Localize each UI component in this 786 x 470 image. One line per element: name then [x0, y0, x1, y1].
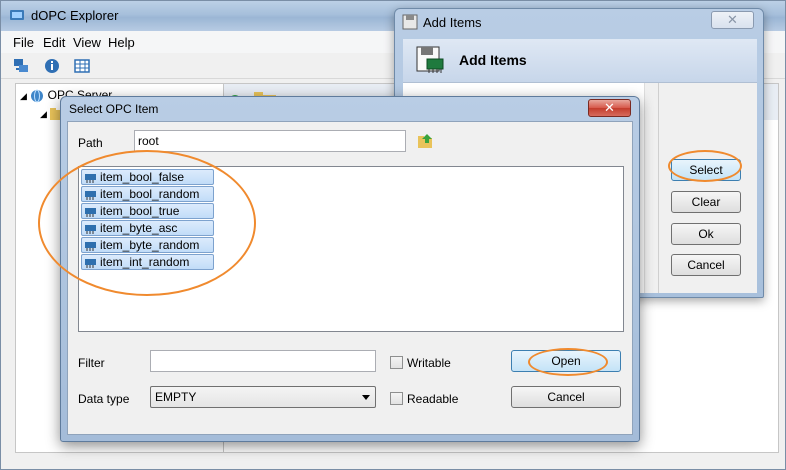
added-items-scrollbar[interactable]	[644, 83, 658, 293]
chip-icon	[85, 242, 96, 251]
data-type-select[interactable]: EMPTY	[150, 386, 376, 408]
clear-button[interactable]: Clear	[671, 191, 741, 213]
list-item[interactable]: item_int_random	[81, 254, 214, 270]
select-opc-client: Path root item_bool_false item_bool_rand…	[67, 121, 633, 435]
filter-label: Filter	[78, 356, 105, 370]
menu-file[interactable]: File	[11, 35, 36, 50]
readable-label: Readable	[407, 392, 459, 406]
opc-item-list[interactable]: item_bool_false item_bool_random item_bo…	[78, 166, 624, 332]
add-items-header: Add Items	[403, 39, 757, 83]
chip-icon	[85, 174, 96, 183]
select-opc-item-title: Select OPC Item	[69, 102, 159, 116]
data-type-value: EMPTY	[155, 390, 197, 404]
grid-view-icon[interactable]	[73, 57, 91, 75]
select-opc-cancel-button[interactable]: Cancel	[511, 386, 621, 408]
select-opc-item-dialog: Select OPC Item ✕ Path root item_bool_fa…	[60, 96, 640, 442]
menu-view[interactable]: View	[71, 35, 103, 50]
expand-arrow-icon[interactable]: ◢	[40, 109, 47, 119]
menu-edit[interactable]: Edit	[41, 35, 67, 50]
select-button[interactable]: Select	[671, 159, 741, 181]
list-item[interactable]: item_bool_random	[81, 186, 214, 202]
path-label: Path	[78, 136, 103, 150]
add-items-close-button[interactable]: ✕	[711, 11, 754, 29]
open-button[interactable]: Open	[511, 350, 621, 372]
chevron-down-icon	[362, 395, 370, 400]
list-item[interactable]: item_byte_asc	[81, 220, 214, 236]
select-opc-close-button[interactable]: ✕	[588, 99, 631, 117]
add-items-header-title: Add Items	[459, 52, 527, 68]
chip-icon	[85, 191, 96, 200]
list-item[interactable]: item_byte_random	[81, 237, 214, 253]
chip-disk-icon	[416, 46, 444, 73]
chip-icon	[85, 225, 96, 234]
readable-checkbox[interactable]	[390, 392, 403, 405]
writable-checkbox[interactable]	[390, 356, 403, 369]
connect-server-icon[interactable]	[12, 57, 30, 75]
filter-input[interactable]	[150, 350, 376, 372]
add-items-window-title: Add Items	[423, 15, 482, 30]
main-window-title: dOPC Explorer	[31, 8, 119, 23]
chip-icon	[85, 208, 96, 217]
menu-help[interactable]: Help	[106, 35, 137, 50]
expand-arrow-icon[interactable]: ◢	[20, 91, 27, 101]
folder-up-icon[interactable]	[418, 133, 434, 149]
add-items-cancel-button[interactable]: Cancel	[671, 254, 741, 276]
info-icon[interactable]	[43, 57, 61, 75]
data-type-label: Data type	[78, 392, 130, 406]
chip-icon	[85, 259, 96, 268]
server-globe-icon	[31, 89, 44, 103]
add-items-window-icon	[402, 14, 418, 30]
list-item[interactable]: item_bool_false	[81, 169, 214, 185]
list-item[interactable]: item_bool_true	[81, 203, 214, 219]
ok-button[interactable]: Ok	[671, 223, 741, 245]
path-input[interactable]: root	[134, 130, 406, 152]
app-icon	[10, 10, 24, 20]
writable-label: Writable	[407, 356, 451, 370]
